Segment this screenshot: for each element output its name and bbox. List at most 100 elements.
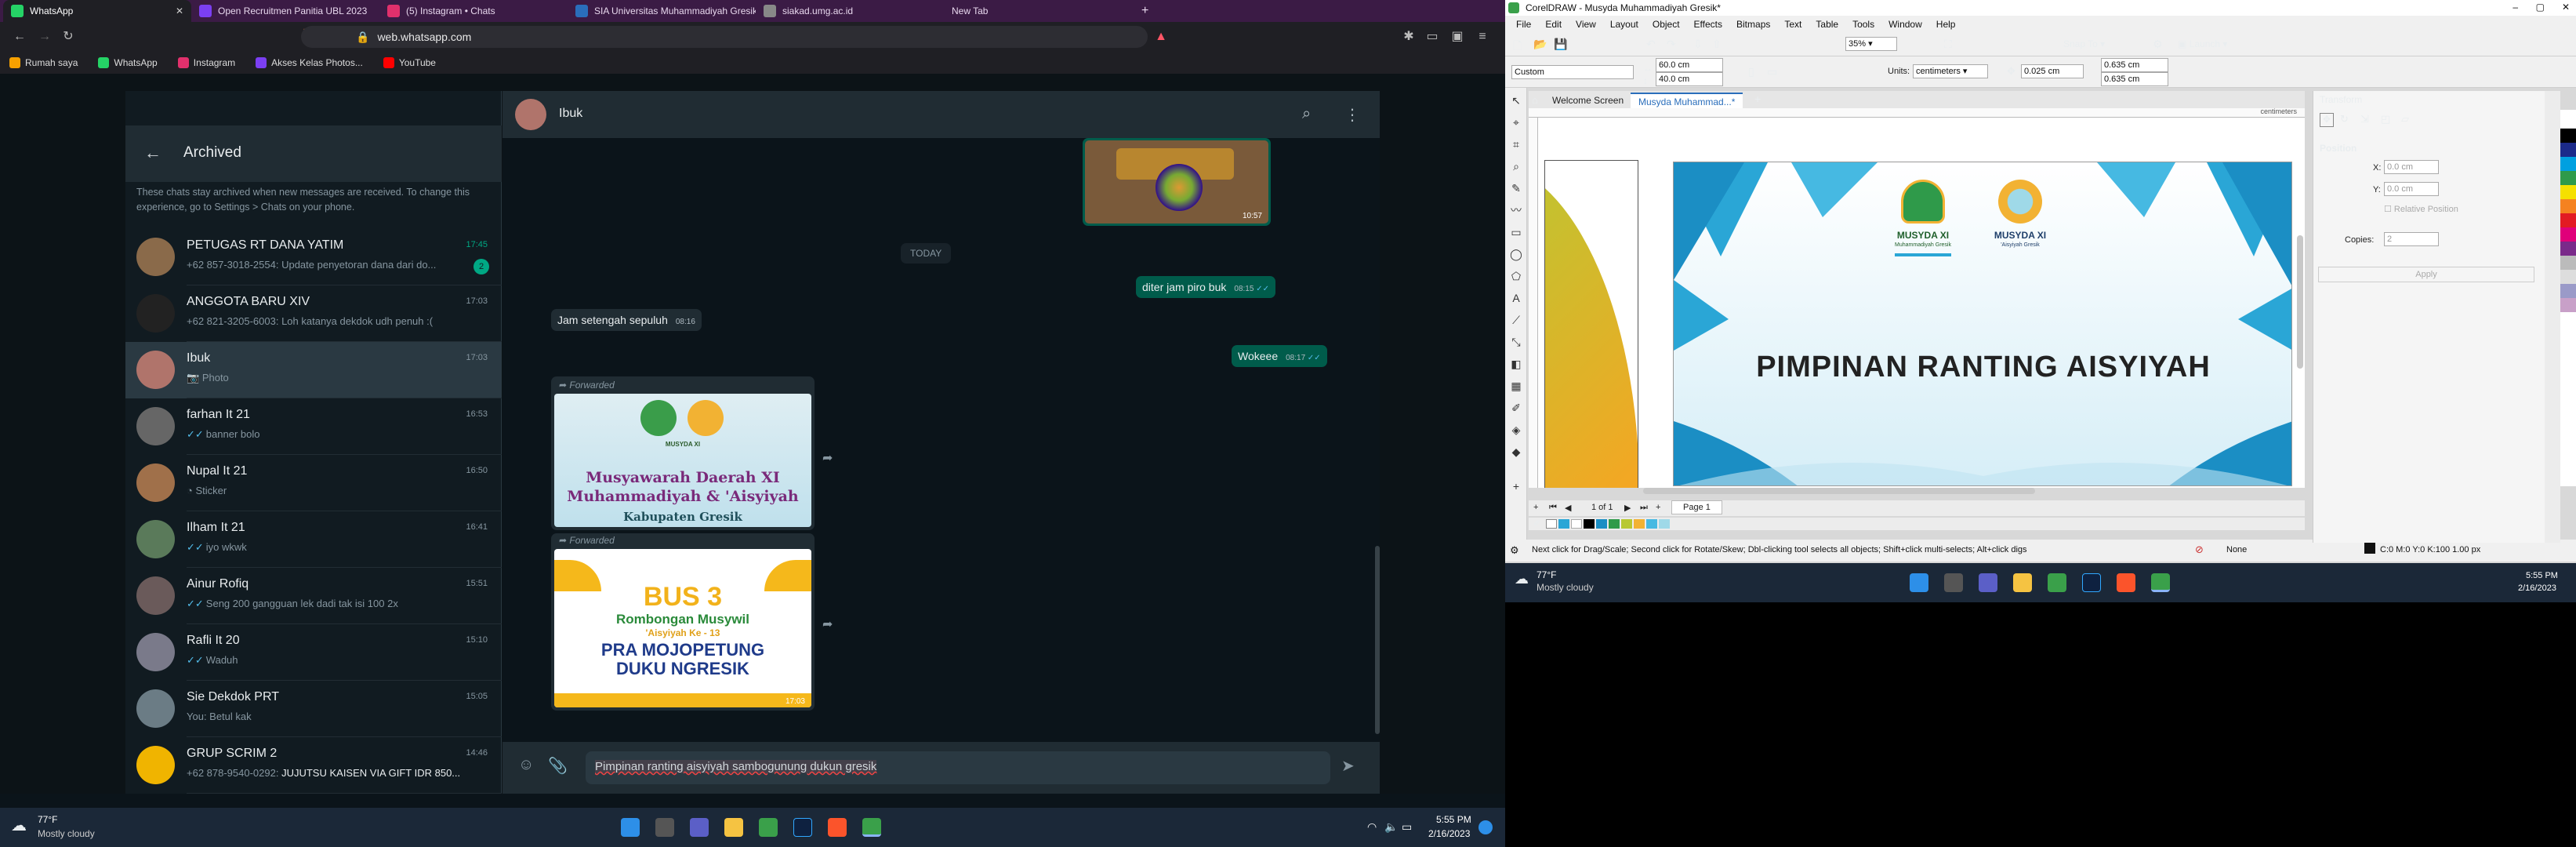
- color-swatch[interactable]: [1596, 519, 1607, 529]
- menu-object[interactable]: Object: [1653, 19, 1680, 30]
- volume-icon[interactable]: 🔈: [1384, 820, 1398, 834]
- new-document-icon[interactable]: 🗋: [1513, 38, 1522, 56]
- no-fill-swatch[interactable]: [1546, 519, 1557, 529]
- next-page-icon[interactable]: ▶: [1624, 503, 1631, 513]
- vertical-ruler[interactable]: [1529, 118, 1538, 488]
- chat-list-item[interactable]: PETUGAS RT DANA YATIM 17:45 +62 857-3018-2…: [125, 229, 502, 285]
- zoom-tool-icon[interactable]: ⌕: [1510, 160, 1522, 173]
- menu-tools[interactable]: Tools: [1852, 19, 1874, 30]
- color-swatch[interactable]: [1646, 519, 1657, 529]
- last-page-icon[interactable]: ⏭: [1640, 503, 1648, 513]
- forward-share-icon[interactable]: ➦: [822, 616, 833, 632]
- address-bar[interactable]: 🔒 web.whatsapp.com: [301, 26, 1148, 48]
- avatar[interactable]: [136, 746, 175, 784]
- tab-musyda-document[interactable]: Musyda Muhammad...*: [1631, 93, 1743, 108]
- text-tool-icon[interactable]: A: [1510, 292, 1522, 304]
- new-document-tab-button[interactable]: +: [1754, 93, 1761, 105]
- menu-effects[interactable]: Effects: [1694, 19, 1722, 30]
- reload-icon[interactable]: ↻: [60, 28, 77, 45]
- rotate-mode-icon[interactable]: ↻: [2340, 113, 2349, 125]
- avatar[interactable]: [136, 520, 175, 558]
- maximize-icon[interactable]: ▢: [2536, 2, 2545, 13]
- units-select[interactable]: centimeters ▾: [1913, 64, 1988, 78]
- tab-new-tab[interactable]: New Tab: [944, 0, 1132, 22]
- file-explorer-icon[interactable]: [724, 818, 743, 837]
- tab-sia-umg[interactable]: SIA Universitas Muhammadiyah Gresik: [568, 0, 756, 22]
- brave-rewards-icon[interactable]: ▲: [1152, 28, 1170, 45]
- color-swatch[interactable]: [1609, 519, 1620, 529]
- crop-tool-icon[interactable]: ⌗: [1510, 138, 1522, 151]
- open-icon[interactable]: 📂: [1533, 38, 1547, 51]
- fill-none-icon[interactable]: ⊘: [2195, 543, 2204, 556]
- chat-list-item[interactable]: Nupal It 21 16:50 ◔ Sticker: [125, 455, 502, 511]
- copies-field[interactable]: 2: [2384, 232, 2439, 246]
- chat-list-item[interactable]: Ilham It 21 16:41 ✓✓ iyo wkwk: [125, 511, 502, 568]
- coreldraw-active-icon[interactable]: [2151, 573, 2170, 592]
- task-view-icon[interactable]: [1944, 573, 1963, 592]
- avatar[interactable]: [136, 407, 175, 445]
- artistic-media-icon[interactable]: 〰: [1510, 204, 1522, 216]
- zoom-level-select[interactable]: 35% ▾: [1845, 37, 1897, 51]
- teams-icon[interactable]: [690, 818, 709, 837]
- conversation-header[interactable]: Ibuk ⌕ ⋮: [503, 91, 1380, 138]
- pick-tool-icon[interactable]: ↖: [1510, 94, 1522, 107]
- wifi-icon[interactable]: ◠: [1367, 820, 1377, 834]
- offpage-artwork[interactable]: [1544, 160, 1638, 488]
- menu-icon[interactable]: ≡: [1474, 28, 1491, 45]
- position-x-field[interactable]: 0.0 cm: [2384, 160, 2439, 174]
- polygon-tool-icon[interactable]: ⬠: [1510, 270, 1522, 282]
- banner-title-text[interactable]: PIMPINAN RANTING AISYIYAH: [1674, 351, 2291, 384]
- menu-text[interactable]: Text: [1784, 19, 1801, 30]
- windows-start-icon[interactable]: [621, 818, 640, 837]
- page-width-field[interactable]: 60.0 cm: [1656, 58, 1723, 72]
- docker-tabs[interactable]: [2545, 91, 2560, 543]
- add-page-icon[interactable]: +: [1533, 503, 1538, 512]
- first-page-icon[interactable]: ⏮: [1549, 503, 1557, 513]
- undo-icon[interactable]: ↶: [1646, 38, 1656, 51]
- redo-icon[interactable]: ↷: [1667, 38, 1676, 51]
- attach-icon[interactable]: 📎: [548, 756, 568, 776]
- transparency-tool-icon[interactable]: ▦: [1510, 380, 1522, 392]
- chat-list-item[interactable]: Ibuk 17:03 📷 Photo: [125, 342, 502, 398]
- menu-help[interactable]: Help: [1936, 19, 1956, 30]
- color-swatch[interactable]: [1634, 519, 1645, 529]
- file-explorer-icon[interactable]: [2013, 573, 2032, 592]
- apply-button[interactable]: Apply: [2318, 267, 2534, 282]
- extensions-icon[interactable]: ✱: [1400, 28, 1417, 45]
- add-page-end-icon[interactable]: +: [1656, 503, 1660, 512]
- bookmark-youtube[interactable]: YouTube: [383, 57, 436, 68]
- previous-page-icon[interactable]: ◀: [1565, 503, 1571, 513]
- avatar[interactable]: [136, 351, 175, 389]
- menu-bitmaps[interactable]: Bitmaps: [1736, 19, 1770, 30]
- color-swatch[interactable]: [1558, 519, 1569, 529]
- vertical-scrollbar[interactable]: [2297, 235, 2303, 369]
- chat-list-item[interactable]: Ainur Rofiq 15:51 ✓✓ Seng 200 gangguan lek …: [125, 568, 502, 624]
- home-icon[interactable]: ⌂: [1532, 94, 1538, 106]
- avatar[interactable]: [136, 689, 175, 728]
- ellipse-tool-icon[interactable]: ◯: [1510, 248, 1522, 260]
- landscape-icon[interactable]: ▭: [1767, 65, 1777, 78]
- outline-color-swatch[interactable]: [2364, 543, 2375, 554]
- musyda-muhammadiyah-logo[interactable]: MUSYDA XI Muhammadiyah Gresik: [1884, 180, 1962, 282]
- chat-list-item[interactable]: Sie Dekdok PRT 15:05 You: Betul kak: [125, 681, 502, 737]
- freehand-tool-icon[interactable]: ✎: [1510, 182, 1522, 194]
- page-size-select[interactable]: Custom: [1511, 65, 1634, 79]
- horizontal-scrollbar[interactable]: [1643, 488, 2035, 494]
- settings-gear-icon[interactable]: ⚙: [1510, 544, 1519, 557]
- skew-mode-icon[interactable]: ▱: [2401, 113, 2409, 125]
- coreldraw-icon[interactable]: [2048, 573, 2066, 592]
- tab-whatsapp[interactable]: WhatsApp ✕: [3, 0, 191, 22]
- coreldraw-active-icon[interactable]: [862, 818, 881, 837]
- page-1-tab[interactable]: Page 1: [1671, 500, 1722, 514]
- scale-mode-icon[interactable]: ⇲: [2360, 113, 2369, 125]
- image-message[interactable]: 10:57: [1083, 138, 1271, 226]
- bookmark-akses-kelas[interactable]: Akses Kelas Photos...: [256, 57, 363, 68]
- horizontal-ruler[interactable]: centimeters: [1529, 107, 2305, 118]
- back-icon[interactable]: ←: [11, 28, 28, 45]
- duplicate-y-field[interactable]: 0.635 cm: [2101, 72, 2168, 86]
- menu-layout[interactable]: Layout: [1610, 19, 1638, 30]
- teams-icon[interactable]: [1979, 573, 1997, 592]
- message-bubble[interactable]: Jam setengah sepuluh 08:16: [551, 309, 702, 331]
- color-swatch[interactable]: [1571, 519, 1582, 529]
- tab-instagram[interactable]: (5) Instagram • Chats: [379, 0, 568, 22]
